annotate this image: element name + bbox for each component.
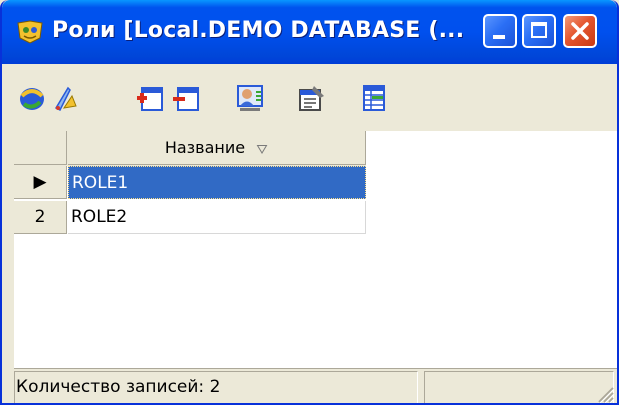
column-header-label: Название [164, 138, 246, 157]
row-number: 2 [14, 201, 67, 234]
title-bar[interactable]: Роли [Local.DEMO DATABASE (... [2, 0, 617, 64]
roles-app-icon [17, 20, 43, 44]
status-panel-empty [424, 371, 614, 403]
resize-grip-icon[interactable] [593, 382, 615, 404]
refresh-icon[interactable] [16, 82, 48, 114]
window-title: Роли [Local.DEMO DATABASE (... [52, 18, 465, 43]
close-icon [571, 22, 589, 40]
properties-icon[interactable] [296, 82, 328, 114]
table-row[interactable]: 2 ROLE2 [14, 201, 366, 234]
header-indicator-cell [14, 131, 67, 165]
sort-descending-icon [256, 144, 268, 154]
minimize-button[interactable] [483, 14, 517, 48]
grid-icon[interactable] [358, 82, 390, 114]
status-bar: Количество записей: 2 [14, 368, 617, 404]
current-row-icon: ▶ [33, 172, 47, 192]
roles-grid-area[interactable]: Название ▶ ROLE1 2 ROLE2 [14, 131, 617, 368]
delete-record-icon[interactable] [170, 82, 202, 114]
add-record-icon[interactable] [134, 82, 166, 114]
grid-header-row: Название [14, 131, 366, 166]
roles-window: Роли [Local.DEMO DATABASE (... Название … [0, 0, 619, 405]
maximize-icon [531, 22, 547, 38]
row-indicator-current: ▶ [14, 166, 67, 199]
users-icon[interactable] [234, 82, 266, 114]
column-header-name[interactable]: Название [68, 131, 366, 165]
maximize-button[interactable] [522, 14, 556, 48]
filter-icon[interactable] [50, 82, 82, 114]
role-name-cell[interactable]: ROLE1 [68, 166, 366, 199]
close-button[interactable] [563, 14, 597, 48]
role-name-cell[interactable]: ROLE2 [68, 201, 366, 234]
record-count-status: Количество записей: 2 [14, 371, 418, 403]
minimize-icon [493, 35, 505, 39]
table-row[interactable]: ▶ ROLE1 [14, 166, 366, 199]
